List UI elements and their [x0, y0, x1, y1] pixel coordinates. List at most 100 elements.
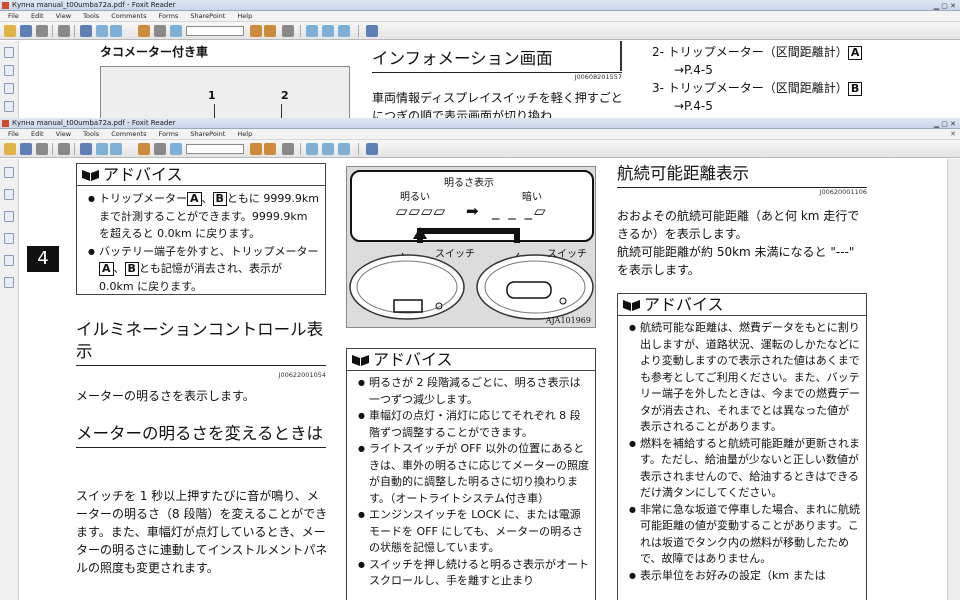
email-icon[interactable]	[80, 25, 92, 37]
advice-item: 明るさが 2 段階減るごとに、明るさ表示は一つずつ減少します。	[358, 375, 589, 408]
rotate-icon[interactable]	[282, 25, 294, 37]
find-prev-icon[interactable]	[250, 143, 262, 155]
illum-heading: イルミネーションコントロール表示	[76, 319, 326, 366]
advice-item: 非常に急な坂道で停車した場合、まれに航続可能距離の値が変動することがあります。こ…	[629, 502, 860, 568]
trip-item-2: 2- トリップメーター（区間距離計） A	[652, 43, 863, 61]
info-heading: インフォメーション画面	[372, 48, 622, 73]
menu-sharepoint[interactable]: SharePoint	[190, 12, 225, 20]
range-heading: 航続可能距離表示	[617, 163, 867, 188]
single-page-icon[interactable]	[306, 25, 318, 37]
foxit-app-icon	[2, 2, 9, 9]
advice-box-range: アドバイス 航続可能な距離は、燃費データをもとに割り出しますが、道路状況、運転の…	[617, 293, 867, 600]
comments-icon[interactable]	[4, 233, 14, 244]
toolbar	[0, 22, 960, 40]
advice-title: アドバイス	[347, 349, 595, 371]
snapshot-icon[interactable]	[110, 25, 122, 37]
menu-file[interactable]: File	[8, 130, 19, 138]
trip-ref-3[interactable]: →P.4-5	[652, 97, 862, 115]
menu-help[interactable]: Help	[237, 12, 252, 20]
continuous-page-icon[interactable]	[322, 25, 334, 37]
range-body-2: 航続可能距離が約 50km 未満になると "---" を表示します。	[617, 245, 855, 277]
info-body: 車両情報ディスプレイスイッチを軽く押すごとにつぎの順で表示画面が切り換わ	[372, 91, 623, 118]
menu-forms[interactable]: Forms	[159, 12, 179, 20]
foxit-logo-icon[interactable]	[366, 143, 378, 155]
menu-forms[interactable]: Forms	[159, 130, 179, 138]
find-next-icon[interactable]	[264, 143, 276, 155]
menu-bar: File Edit View Tools Comments Forms Shar…	[0, 11, 960, 22]
bookmark-icon[interactable]	[4, 47, 14, 58]
facing-page-icon[interactable]	[338, 25, 350, 37]
menu-comments[interactable]: Comments	[111, 12, 146, 20]
change-body: スイッチを 1 秒以上押すたびに音が鳴り、メーターの明るさ（8 段階）を変えるこ…	[76, 489, 328, 575]
change-heading: メーターの明るさを変えるときは	[76, 423, 326, 448]
open-icon[interactable]	[4, 25, 16, 37]
window-title: Купна manual_t00umba72a.pdf - Foxit Read…	[12, 119, 176, 127]
menu-file[interactable]: File	[8, 12, 19, 20]
switch-label-right: スイッチ	[547, 249, 587, 260]
select-tool-icon[interactable]	[154, 25, 166, 37]
select-tool-icon[interactable]	[154, 143, 166, 155]
layers-icon[interactable]	[4, 83, 14, 94]
vertical-scrollbar[interactable]	[947, 159, 960, 600]
tacho-label: タコメーター付き車	[100, 45, 209, 59]
callout-2: 2	[281, 89, 289, 102]
hand-tool-icon[interactable]	[138, 143, 150, 155]
open-icon[interactable]	[4, 143, 16, 155]
signatures-icon[interactable]	[4, 277, 14, 288]
menu-edit[interactable]: Edit	[31, 12, 44, 20]
chapter-tab: 4	[27, 246, 59, 272]
facing-page-icon[interactable]	[338, 143, 350, 155]
menu-tools[interactable]: Tools	[83, 12, 99, 20]
rotate-icon[interactable]	[282, 143, 294, 155]
range-code: J00620001106	[819, 188, 867, 196]
search-input[interactable]	[186, 144, 244, 154]
print-icon[interactable]	[58, 25, 70, 37]
zoom-icon[interactable]	[96, 25, 108, 37]
menu-sharepoint[interactable]: SharePoint	[190, 130, 225, 138]
layers-icon[interactable]	[4, 211, 14, 222]
brightness-figure: 明るさ表示 明るい 暗い ▱▱▱▱ ➡ _ _ _▱ スイッチ スイッチ AJA…	[346, 166, 596, 328]
advice-list: トリップメーターA、Bともに 9999.9km まで計測することができます。99…	[77, 186, 325, 295]
print-icon[interactable]	[58, 143, 70, 155]
single-page-icon[interactable]	[306, 143, 318, 155]
snapshot-icon[interactable]	[110, 143, 122, 155]
doc-close-icon[interactable]: ✕	[950, 129, 956, 140]
advice-list: 航続可能な距離は、燃費データをもとに割り出しますが、道路状況、運転のしかたなどに…	[618, 316, 866, 584]
save-icon[interactable]	[20, 143, 32, 155]
pages-icon[interactable]	[4, 189, 14, 200]
advice-item: エンジンスイッチを LOCK に、または電源モードを OFF にしても、メーター…	[358, 507, 589, 557]
find-next-icon[interactable]	[264, 25, 276, 37]
save-icon[interactable]	[20, 25, 32, 37]
menu-edit[interactable]: Edit	[31, 130, 44, 138]
advice-box-trip: アドバイス トリップメーターA、Bともに 9999.9km まで計測することがで…	[76, 163, 326, 295]
print-setup-icon[interactable]	[36, 25, 48, 37]
menu-tools[interactable]: Tools	[83, 130, 99, 138]
search-icon[interactable]	[170, 143, 182, 155]
foxit-logo-icon[interactable]	[366, 25, 378, 37]
continuous-page-icon[interactable]	[322, 143, 334, 155]
pages-icon[interactable]	[4, 65, 14, 76]
menu-comments[interactable]: Comments	[111, 130, 146, 138]
advice-title: アドバイス	[618, 294, 866, 316]
switch-label-left: スイッチ	[435, 249, 475, 260]
meter-figure: 1 2	[100, 66, 350, 118]
menu-view[interactable]: View	[56, 12, 71, 20]
advice-item: ライトスイッチが OFF 以外の位置にあるときは、車外の明るさに応じてメーターの…	[358, 441, 589, 507]
advice-title: アドバイス	[77, 164, 325, 186]
menu-view[interactable]: View	[56, 130, 71, 138]
bookmark-icon[interactable]	[4, 167, 14, 178]
print-setup-icon[interactable]	[36, 143, 48, 155]
menu-help[interactable]: Help	[237, 130, 252, 138]
foxit-app-icon	[2, 120, 9, 127]
comments-icon[interactable]	[4, 101, 14, 112]
zoom-icon[interactable]	[96, 143, 108, 155]
email-icon[interactable]	[80, 143, 92, 155]
attachments-icon[interactable]	[4, 255, 14, 266]
find-prev-icon[interactable]	[250, 25, 262, 37]
hand-tool-icon[interactable]	[138, 25, 150, 37]
trip-ref-2[interactable]: →P.4-5	[652, 61, 862, 79]
search-input[interactable]	[186, 26, 244, 36]
search-icon[interactable]	[170, 25, 182, 37]
document-page: 4 アドバイス トリップメーターA、Bともに 9999.9km まで計測すること…	[20, 159, 947, 600]
document-page: タコメーター付き車 1 2 インフォメーション画面 J00608201557 車…	[20, 41, 947, 118]
